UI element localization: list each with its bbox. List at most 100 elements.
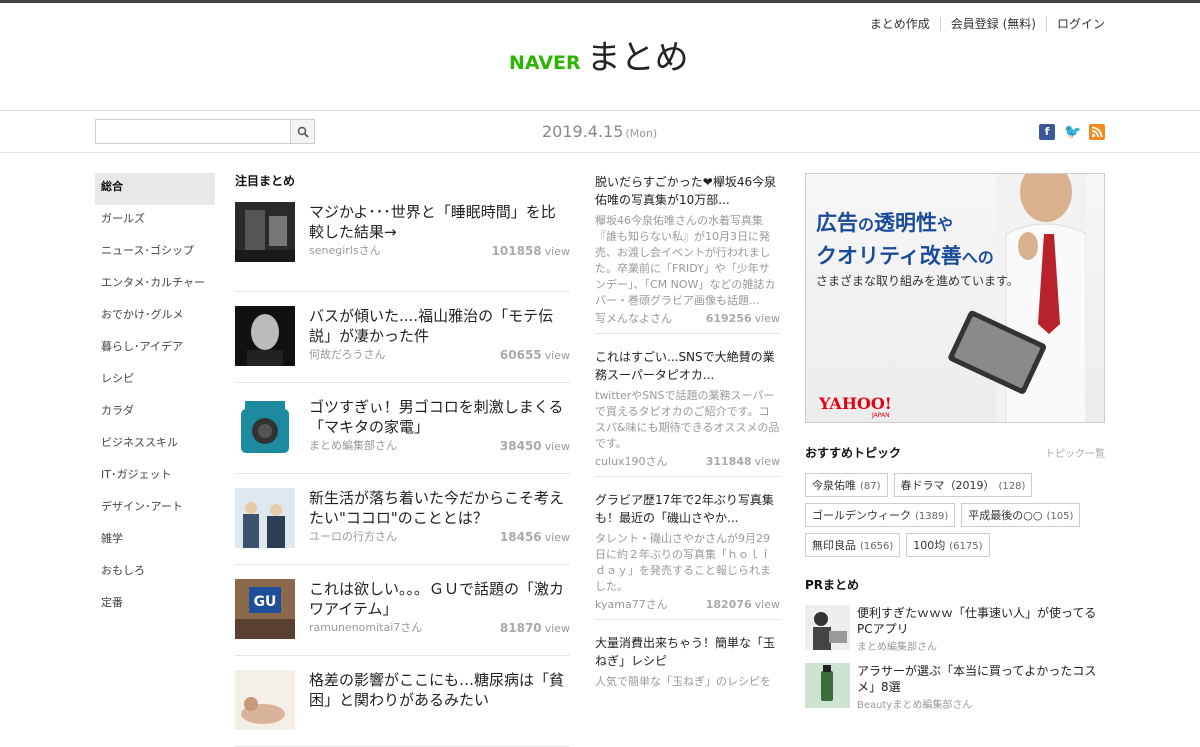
pr-item-title[interactable]: アラサーが選ぶ「本当に買ってよかったコスメ」8選 — [857, 663, 1105, 695]
card-views: 101858 view — [492, 244, 570, 258]
card-title[interactable]: ゴツすぎぃ！男ゴコロを刺激しまくる「マキタの家電」 — [309, 397, 570, 437]
topic-tags: 今泉佑唯 (87) 春ドラマ（2019） (128) ゴールデンウィーク (1389)… — [805, 473, 1105, 557]
sidebar-item-body[interactable]: カラダ — [95, 397, 215, 429]
sidebar-item-outing[interactable]: おでかけ･グルメ — [95, 301, 215, 333]
ad-line1: 広告の透明性や — [816, 211, 954, 235]
article-views: 311848 view — [706, 454, 780, 470]
ad-banner[interactable]: 広告の透明性や クオリティ改善への さまざまな取り組みを進めています。 YAHO… — [805, 173, 1105, 423]
topic-tag[interactable]: 春ドラマ（2019） (128) — [893, 473, 1033, 497]
sidebar-item-girls[interactable]: ガールズ — [95, 205, 215, 237]
pr-item-title[interactable]: 便利すぎたｗｗｗ「仕事速い人」が使ってるPCアプリ — [857, 605, 1105, 637]
card-author[interactable]: ユーロの行方さん — [309, 528, 397, 544]
register-link[interactable]: 会員登録 (無料) — [939, 17, 1046, 31]
card-title[interactable]: これは欲しい。。。ＧＵで話題の「激カワアイテム」 — [309, 579, 570, 619]
pr-thumbnail[interactable] — [805, 663, 850, 708]
sidebar-item-funny[interactable]: おもしろ — [95, 557, 215, 589]
article-desc: タレント・磯山さやかさんが9月29日に約２年ぶりの写真集「ｈｏｌｉｄａｙ」を発売… — [595, 532, 771, 593]
topics-header: おすすめトピック トピック一覧 — [805, 444, 1105, 461]
card-thumbnail[interactable] — [235, 670, 295, 730]
article-title[interactable]: これはすごい...SNSで大絶賛の業務スーパータピオカ... — [595, 348, 780, 384]
view-label: view — [754, 312, 780, 325]
sidebar-item-news[interactable]: ニュース･ゴシップ — [95, 237, 215, 269]
article-author[interactable]: kyama77さん — [595, 597, 668, 613]
rss-icon[interactable] — [1089, 124, 1105, 140]
category-sidebar: 総合 ガールズ ニュース･ゴシップ エンタメ･カルチャー おでかけ･グルメ 暮ら… — [95, 173, 215, 621]
twitter-icon[interactable]: 🐦 — [1064, 124, 1081, 140]
article-item[interactable]: グラビア歴17年で2年ぶり写真集も！最近の「磯山さやか... タレント・磯山さや… — [595, 491, 780, 620]
featured-card[interactable]: GU これは欲しい。。。ＧＵで話題の「激カワアイテム」 ramunenomita… — [235, 565, 570, 656]
search-button[interactable] — [290, 119, 315, 144]
featured-card[interactable]: 新生活が落ち着いた今だからこそ考えたい"ココロ"のこととは？ ユーロの行方さん … — [235, 474, 570, 565]
sidebar-item-living[interactable]: 暮らし･アイデア — [95, 333, 215, 365]
search-icon — [297, 126, 309, 138]
view-label: view — [754, 455, 780, 468]
card-thumbnail[interactable] — [235, 397, 295, 457]
featured-card[interactable]: マジかよ･･･世界と「睡眠時間」を比較した結果→ senegirlsさん 101… — [235, 201, 570, 292]
article-item[interactable]: 大量消費出来ちゃう！簡単な「玉ねぎ」レシピ 人気で簡単な「玉ねぎ」のレシピを — [595, 634, 780, 696]
article-title[interactable]: 大量消費出来ちゃう！簡単な「玉ねぎ」レシピ — [595, 634, 780, 670]
ad-person-image — [948, 174, 1086, 422]
featured-column: 注目まとめ マジかよ･･･世界と「睡眠時間」を比較した結果→ senegirls… — [235, 173, 570, 747]
card-author[interactable]: ramunenomitai7さん — [309, 619, 422, 635]
card-thumbnail[interactable] — [235, 488, 295, 548]
current-date: 2019.4.15 (Mon) — [542, 122, 657, 141]
card-thumbnail[interactable]: GU — [235, 579, 295, 639]
create-matome-link[interactable]: まとめ作成 — [860, 17, 940, 31]
article-item[interactable]: これはすごい...SNSで大絶賛の業務スーパータピオカ... twitterやS… — [595, 348, 780, 477]
card-title[interactable]: バスが傾いた....福山雅治の「モテ伝説」が凄かった件 — [309, 306, 570, 346]
search-form — [95, 119, 315, 144]
featured-card[interactable]: 格差の影響がここにも…糖尿病は「貧困」と関わりがあるみたい — [235, 656, 570, 747]
card-title[interactable]: 新生活が落ち着いた今だからこそ考えたい"ココロ"のこととは？ — [309, 488, 570, 528]
sidebar-item-recipe[interactable]: レシピ — [95, 365, 215, 397]
article-desc: 人気で簡単な「玉ねぎ」のレシピを — [595, 675, 771, 688]
yahoo-japan-text: JAPAN — [872, 412, 890, 419]
card-title[interactable]: 格差の影響がここにも…糖尿病は「貧困」と関わりがあるみたい — [309, 670, 570, 710]
pr-item-author[interactable]: まとめ編集部さん — [857, 638, 1105, 653]
article-author[interactable]: culux190さん — [595, 454, 668, 470]
topic-tag[interactable]: 平成最後の○○ (105) — [961, 503, 1081, 527]
view-count: 81870 — [499, 621, 542, 635]
featured-card[interactable]: バスが傾いた....福山雅治の「モテ伝説」が凄かった件 何故だろうさん 6065… — [235, 292, 570, 383]
topic-tag[interactable]: ゴールデンウィーク (1389) — [805, 503, 956, 527]
topic-tag[interactable]: 100均 (6175) — [906, 533, 990, 557]
pr-item-author[interactable]: Beautyまとめ編集部さん — [857, 696, 1105, 711]
view-count: 619256 — [705, 312, 752, 325]
article-title[interactable]: 脱いだらすごかった❤欅坂46今泉佑唯の写真集が10万部... — [595, 173, 780, 209]
facebook-icon[interactable]: f — [1039, 124, 1055, 140]
sidebar-item-design[interactable]: デザイン･アート — [95, 493, 215, 525]
topic-tag[interactable]: 無印良品 (1656) — [805, 533, 901, 557]
sidebar-item-business[interactable]: ビジネススキル — [95, 429, 215, 461]
topic-tag[interactable]: 今泉佑唯 (87) — [805, 473, 888, 497]
sidebar-item-it[interactable]: IT･ガジェット — [95, 461, 215, 493]
svg-text:GU: GU — [254, 594, 277, 610]
view-label: view — [544, 531, 570, 544]
card-author[interactable]: まとめ編集部さん — [309, 437, 397, 453]
sidebar-item-entertainment[interactable]: エンタメ･カルチャー — [95, 269, 215, 301]
view-count: 38450 — [499, 439, 542, 453]
pr-thumbnail[interactable] — [805, 605, 850, 650]
article-views: 619256 view — [706, 311, 780, 327]
article-title[interactable]: グラビア歴17年で2年ぶり写真集も！最近の「磯山さやか... — [595, 491, 780, 527]
sidebar-item-trivia[interactable]: 雑学 — [95, 525, 215, 557]
card-title[interactable]: マジかよ･･･世界と「睡眠時間」を比較した結果→ — [309, 202, 570, 242]
site-logo[interactable]: NAVER まとめ — [509, 38, 689, 78]
search-input[interactable] — [95, 119, 290, 144]
topics-more-link[interactable]: トピック一覧 — [1045, 445, 1105, 460]
pr-item[interactable]: アラサーが選ぶ「本当に買ってよかったコスメ」8選 Beautyまとめ編集部さん — [805, 663, 1105, 711]
login-link[interactable]: ログイン — [1045, 17, 1105, 31]
right-column: 広告の透明性や クオリティ改善への さまざまな取り組みを進めています。 YAHO… — [805, 173, 1105, 711]
sidebar-item-standard[interactable]: 定番 — [95, 589, 215, 621]
social-links: f 🐦 — [1039, 124, 1105, 140]
card-author[interactable]: 何故だろうさん — [309, 346, 385, 362]
featured-card[interactable]: ゴツすぎぃ！男ゴコロを刺激しまくる「マキタの家電」 まとめ編集部さん 38450… — [235, 383, 570, 474]
card-thumbnail[interactable] — [235, 202, 295, 262]
card-author[interactable]: senegirlsさん — [309, 242, 381, 258]
card-thumbnail[interactable] — [235, 306, 295, 366]
article-item[interactable]: 脱いだらすごかった❤欅坂46今泉佑唯の写真集が10万部... 欅坂46今泉佑唯さ… — [595, 173, 780, 334]
topics-title: おすすめトピック — [805, 446, 902, 460]
view-count: 18456 — [499, 530, 542, 544]
view-label: view — [544, 440, 570, 453]
pr-item[interactable]: 便利すぎたｗｗｗ「仕事速い人」が使ってるPCアプリ まとめ編集部さん — [805, 605, 1105, 653]
sidebar-item-general[interactable]: 総合 — [95, 173, 215, 205]
article-author[interactable]: 写メんなよさん — [595, 311, 672, 327]
